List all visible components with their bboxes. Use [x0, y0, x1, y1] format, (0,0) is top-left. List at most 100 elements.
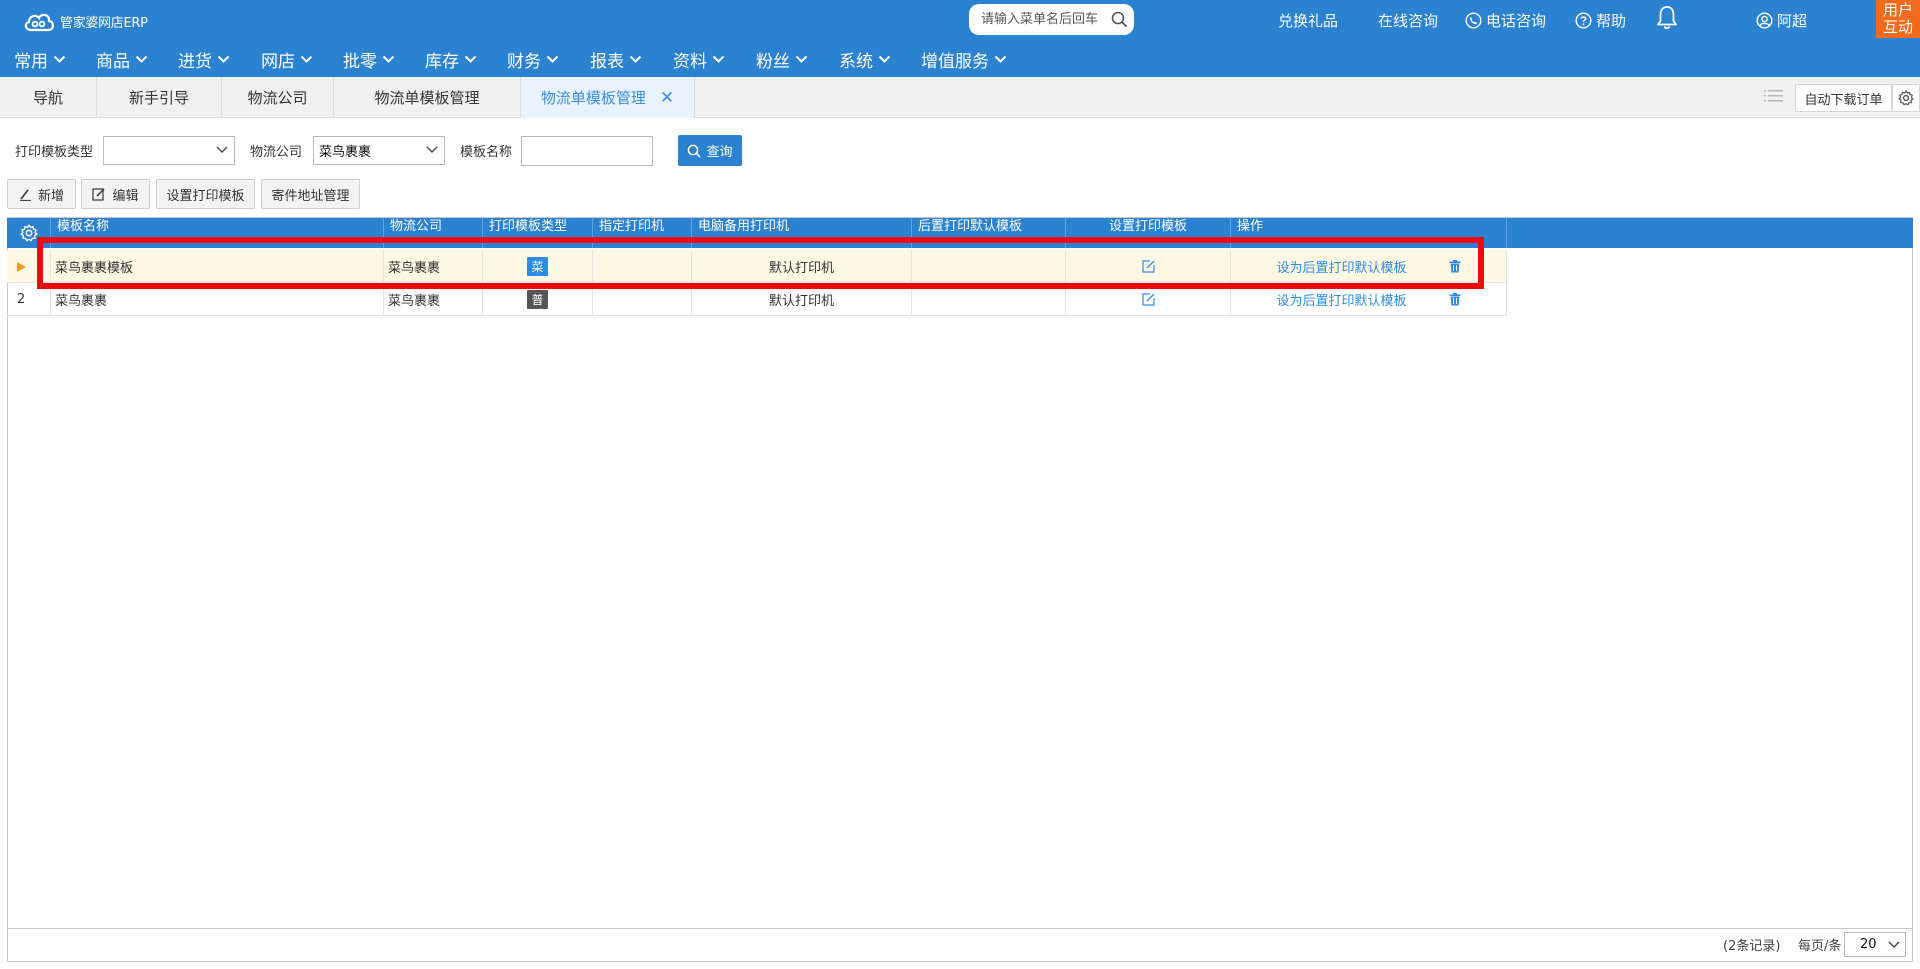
menu-item[interactable]: 常用: [14, 44, 66, 74]
auto-download-orders-button[interactable]: 自动下载订单: [1795, 84, 1892, 112]
add-button-label: 新增: [37, 188, 64, 204]
search-icon[interactable]: [1111, 11, 1128, 28]
menu-item[interactable]: 粉丝: [756, 44, 808, 74]
chevron-down-icon: [216, 146, 228, 153]
menu-item[interactable]: 系统: [839, 44, 891, 74]
user-menu[interactable]: 阿超: [1756, 9, 1807, 31]
edit-icon[interactable]: [1141, 292, 1156, 307]
page-size-value: 20: [1860, 937, 1877, 952]
menu-search[interactable]: [969, 4, 1134, 35]
menu-item[interactable]: 报表: [590, 44, 642, 74]
menu-item[interactable]: 进货: [178, 44, 230, 74]
tab-novice-guide[interactable]: 新手引导: [97, 77, 222, 118]
tab-label: 物流单模板管理: [374, 89, 480, 107]
menu-item-label: 资料: [673, 51, 707, 72]
backup-printer-cell: 默认打印机: [692, 250, 912, 283]
tab-label: 物流单模板管理: [540, 89, 646, 107]
set-post-default-link[interactable]: 设为后置打印默认模板: [1276, 290, 1406, 309]
search-icon: [688, 144, 702, 158]
col-post-default-header[interactable]: 后置打印默认模板: [912, 218, 1066, 248]
row-pointer-icon: [7, 250, 51, 283]
template-name-input[interactable]: [521, 136, 653, 166]
chevron-down-icon: [994, 55, 1007, 63]
logistics-company-select[interactable]: 菜鸟裹裹: [313, 136, 445, 165]
tab-logistics-template[interactable]: 物流单模板管理: [334, 77, 521, 118]
post-default-cell: [912, 250, 1066, 283]
menu-item[interactable]: 网店: [261, 44, 313, 74]
set-print-template-button[interactable]: 设置打印模板: [156, 179, 255, 209]
col-set-print-header[interactable]: 设置打印模板: [1066, 218, 1231, 248]
menu-search-input[interactable]: [981, 12, 1106, 27]
notification-bell[interactable]: [1655, 6, 1683, 29]
tab-logistics-company[interactable]: 物流公司: [222, 77, 334, 118]
online-consult-link[interactable]: 在线咨询: [1378, 9, 1438, 31]
phone-icon: [1465, 11, 1482, 29]
col-template-name-header[interactable]: 模板名称: [51, 218, 384, 248]
cloud-logo-icon: [24, 13, 55, 32]
query-button[interactable]: 查询: [678, 135, 742, 166]
chevron-down-icon: [1888, 941, 1900, 948]
close-tab-icon[interactable]: ✕: [660, 88, 674, 108]
chevron-down-icon: [53, 55, 66, 63]
menu-item[interactable]: 库存: [425, 44, 477, 74]
col-template-type-header[interactable]: 打印模板类型: [483, 218, 593, 248]
gift-link[interactable]: 兑换礼品: [1278, 9, 1338, 31]
chevron-down-icon: [464, 55, 477, 63]
template-type-cell: 菜: [483, 250, 593, 283]
help-icon: [1575, 11, 1592, 29]
col-printer-header[interactable]: 指定打印机: [593, 218, 692, 248]
set-print-cell[interactable]: [1066, 250, 1231, 283]
help-link[interactable]: 帮助: [1575, 9, 1626, 31]
column-settings-button[interactable]: [7, 218, 51, 248]
tab-settings-button[interactable]: [1892, 84, 1920, 112]
set-print-template-label: 设置打印模板: [166, 188, 245, 204]
user-name: 阿超: [1777, 11, 1808, 30]
col-company-header[interactable]: 物流公司: [384, 218, 483, 248]
trash-icon[interactable]: [1449, 260, 1461, 273]
edit-button[interactable]: 编辑: [81, 179, 150, 209]
bell-icon: [1657, 6, 1677, 29]
app-logo[interactable]: 管家婆网店ERP: [22, 8, 148, 34]
menu-item[interactable]: 批零: [343, 44, 395, 74]
logistics-company-label: 物流公司: [250, 145, 303, 160]
add-button[interactable]: 新增: [7, 179, 76, 209]
logistics-company-value: 菜鸟裹裹: [319, 145, 372, 160]
tab-list-icon[interactable]: [1764, 88, 1784, 104]
menu-item-label: 网店: [261, 51, 295, 72]
menu-item-label: 商品: [96, 51, 130, 72]
menu-item-label: 粉丝: [756, 51, 790, 72]
company-cell: 菜鸟裹裹: [384, 250, 483, 283]
menu-item[interactable]: 资料: [673, 44, 725, 74]
menu-item-label: 库存: [425, 51, 459, 72]
edit-icon[interactable]: [1141, 259, 1156, 274]
template-type-select[interactable]: [103, 136, 235, 165]
tab-label: 新手引导: [128, 89, 189, 107]
col-actions-header[interactable]: 操作: [1231, 218, 1507, 248]
trash-icon[interactable]: [1449, 293, 1461, 306]
backup-printer-cell: 默认打印机: [692, 283, 912, 316]
phone-consult-link[interactable]: 电话咨询: [1465, 9, 1546, 31]
col-backup-printer-header[interactable]: 电脑备用打印机: [692, 218, 912, 248]
template-type-badge: 菜: [527, 257, 548, 276]
tab-nav[interactable]: 导航: [0, 77, 97, 118]
tab-logistics-template-active[interactable]: 物流单模板管理 ✕: [521, 77, 695, 118]
help-label: 帮助: [1596, 11, 1627, 30]
page-size-select[interactable]: 20: [1844, 932, 1906, 957]
grid-footer: [7, 928, 1913, 962]
menu-item[interactable]: 商品: [96, 44, 148, 74]
company-cell: 菜鸟裹裹: [384, 283, 483, 316]
user-interact-button[interactable]: 用户互动: [1876, 0, 1920, 38]
actions-cell: 设为后置打印默认模板: [1231, 250, 1507, 283]
template-name-cell: 菜鸟裹裹: [51, 283, 384, 316]
menu-item-label: 报表: [590, 51, 624, 72]
edit-icon: [92, 188, 106, 201]
menu-item[interactable]: 财务: [507, 44, 559, 74]
set-post-default-link[interactable]: 设为后置打印默认模板: [1276, 257, 1406, 276]
menu-item-label: 进货: [178, 51, 212, 72]
sender-address-button[interactable]: 寄件地址管理: [261, 179, 360, 209]
app-logo-text: 管家婆网店ERP: [60, 15, 148, 31]
record-count: (2条记录): [1723, 939, 1781, 954]
set-print-cell[interactable]: [1066, 283, 1231, 316]
chevron-down-icon: [629, 55, 642, 63]
menu-item[interactable]: 增值服务: [921, 44, 1007, 74]
